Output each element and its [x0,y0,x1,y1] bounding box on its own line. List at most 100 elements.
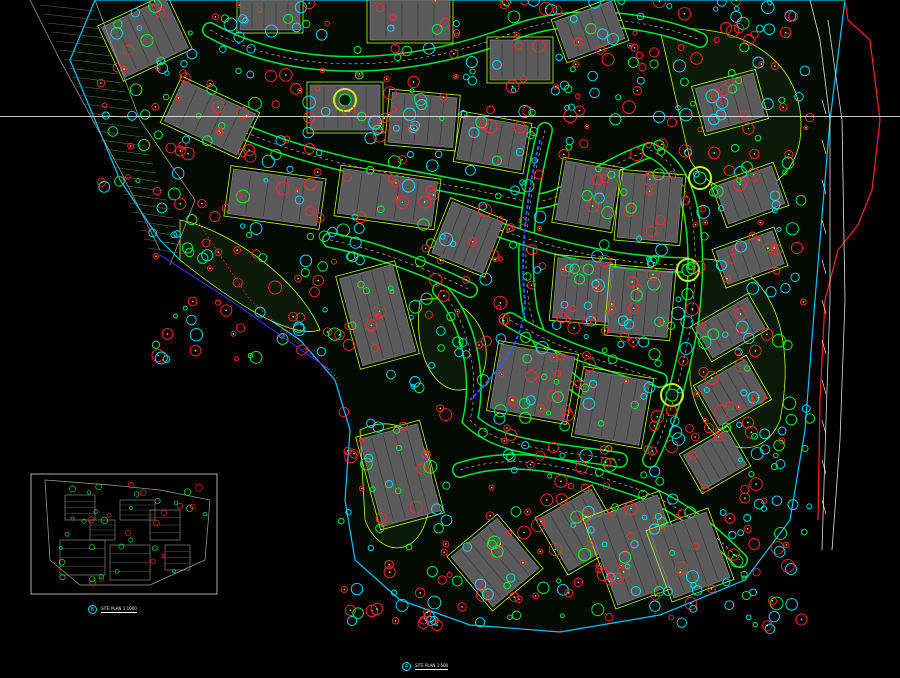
building-footprint [616,172,684,243]
tree-symbol [338,517,345,525]
tree-trunk [785,544,787,546]
tree-trunk [100,181,103,184]
tree-trunk [439,407,442,410]
tree-trunk [649,178,651,180]
tree-trunk [739,183,741,186]
tree-trunk [214,15,217,18]
tree-trunk [461,606,463,608]
crosshair-line [0,116,900,117]
tree-trunk [370,324,373,327]
tree-trunk [401,201,404,204]
caption-number-circle: A [402,662,411,671]
tree-trunk [500,373,503,376]
tree-symbol [785,563,797,576]
tree-trunk [540,407,542,410]
tree-trunk [503,440,506,442]
tree-trunk [751,234,754,237]
tree-symbol [804,413,816,424]
tree-trunk [508,228,511,230]
tree-trunk [737,406,740,408]
tree-trunk [632,341,634,343]
tree-symbol [752,622,758,628]
tree-symbol [154,351,168,365]
tree-trunk [586,320,588,323]
tree-trunk [516,34,518,36]
tree-trunk [746,528,749,530]
inset-frame [30,473,218,595]
tree-symbol [768,610,780,623]
tree-trunk [236,249,238,251]
tree-trunk [708,427,710,430]
tree-symbol [235,323,246,333]
tree-trunk [209,267,211,270]
tree-trunk [424,247,427,250]
tree-trunk [632,307,635,310]
tree-trunk [413,127,415,130]
tree-trunk [679,571,682,573]
tree-trunk [299,89,301,92]
main-plan-caption: A SITE PLAN 1:500 [402,662,449,671]
tree-trunk [694,436,696,438]
tree-trunk [691,308,693,310]
tree-trunk [439,259,442,262]
tree-trunk [348,110,350,112]
tree-trunk [630,507,632,510]
tree-symbol [214,299,222,306]
tree-trunk [494,259,497,261]
tree-trunk [611,308,613,311]
tree-trunk [611,510,613,513]
tree-trunk [652,273,654,276]
tree-symbol [676,617,687,628]
tree-symbol [745,614,752,621]
tree-trunk [412,81,415,83]
tree-trunk [753,153,756,155]
tree-symbol [182,305,188,311]
tree-trunk [539,550,541,553]
building [603,263,677,342]
tree-trunk [425,453,428,456]
tree-trunk [586,125,588,128]
building-footprint [489,39,551,81]
tree-trunk [546,499,548,501]
roundabout-island [338,93,352,107]
tree-trunk [530,284,533,286]
tree-trunk [573,327,575,329]
tree-trunk [784,31,787,34]
tree-trunk [471,241,474,243]
tree-trunk [744,497,746,499]
tree-trunk [225,309,227,312]
tree-trunk [179,150,182,152]
tree-trunk [326,331,329,333]
tree-trunk [682,360,685,362]
tree-trunk [540,520,542,523]
tree-trunk [760,63,762,65]
tree-trunk [383,117,386,119]
tree-trunk [510,434,512,436]
tree-trunk [554,548,557,551]
tree-trunk [631,281,633,283]
tree-trunk [442,96,445,99]
building-footprint [574,369,651,446]
tree-trunk [502,319,505,322]
building-footprint [489,343,576,422]
tree-trunk [805,127,807,129]
tree-trunk [633,47,636,49]
tree-trunk [155,255,157,258]
tree-trunk [802,301,805,303]
tree-trunk [177,97,180,99]
tree-trunk [690,602,692,605]
tree-trunk [782,106,785,108]
tree-trunk [622,571,625,573]
tree-trunk [758,239,760,241]
tree-symbol [801,528,808,536]
tree-trunk [456,310,459,313]
tree-trunk [157,354,159,357]
tree-trunk [683,13,686,15]
tree-trunk [219,131,222,134]
tree-trunk [511,85,514,88]
tree-trunk [317,279,320,282]
tree-trunk [605,461,607,464]
tree-trunk [788,153,790,156]
tree-trunk [545,7,547,10]
tree-trunk [710,588,713,590]
